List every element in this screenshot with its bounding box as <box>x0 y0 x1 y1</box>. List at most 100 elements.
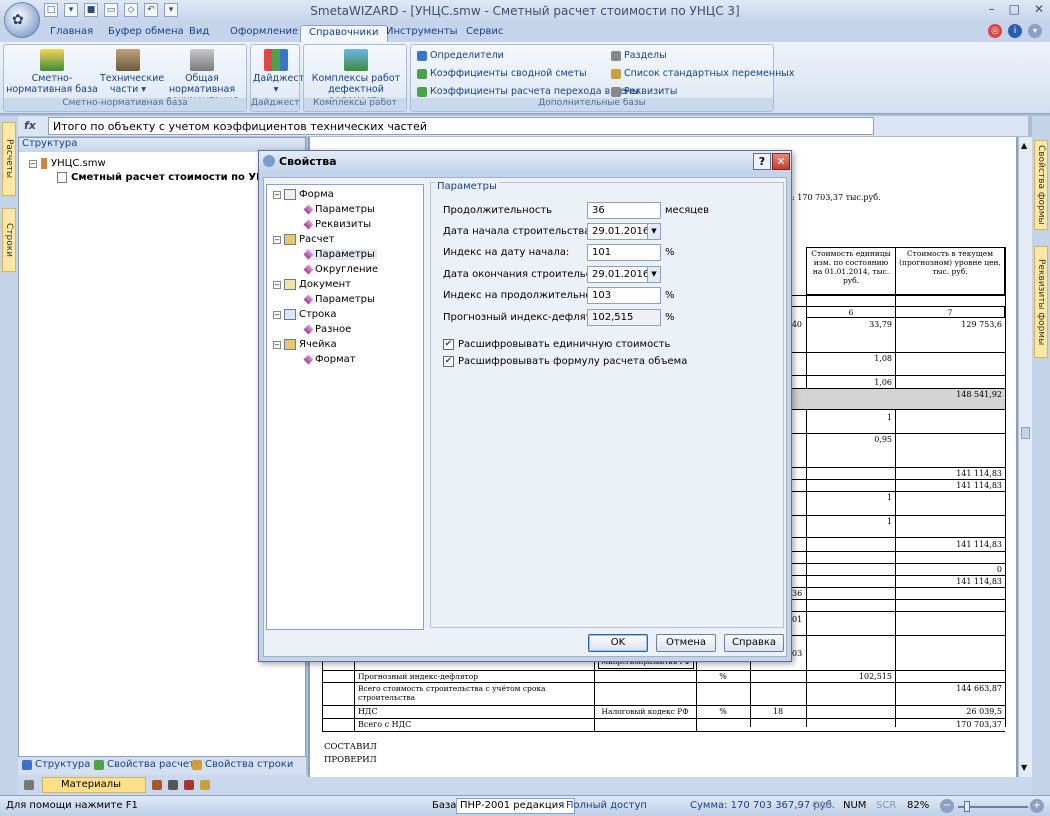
tree-node-form-requisites[interactable]: Реквизиты <box>303 219 371 230</box>
checkbox-checked-icon[interactable]: ✔ <box>443 356 454 367</box>
tab-home[interactable]: Главная <box>42 25 101 42</box>
zoom-out-icon[interactable]: − <box>940 799 954 813</box>
calc-icon <box>284 234 296 245</box>
checkbox-checked-icon[interactable]: ✔ <box>443 339 454 350</box>
collapse-icon[interactable]: − <box>273 340 281 349</box>
status-hint: Для помощи нажмите F1 <box>6 800 138 811</box>
tree-node-row-misc[interactable]: Разное <box>303 324 351 335</box>
start-index-label: Индекс на дату начала: <box>443 247 570 258</box>
collapse-icon[interactable]: − <box>273 310 281 319</box>
equipment-icon[interactable] <box>184 780 194 790</box>
cell-col7-row7: 141 114,83 <box>956 469 1002 478</box>
decode-volume-formula-checkbox[interactable]: ✔ Расшифровывать формулу расчета объема <box>443 356 687 367</box>
cancel-button[interactable]: Отмена <box>656 634 716 652</box>
side-tab-rows[interactable]: Строки <box>2 208 16 272</box>
tree-item-file[interactable]: − УНЦС.smw <box>29 158 106 169</box>
summary-coefficients-button[interactable]: Коэффициенты сводной сметы <box>417 68 587 79</box>
start-index-input[interactable]: 101 <box>587 244 661 261</box>
tree-node-form-params[interactable]: Параметры <box>303 204 375 215</box>
customize-qat-icon[interactable]: ▾ <box>164 3 178 17</box>
price-transition-coefficients-button[interactable]: Коэффициенты расчета перехода в цены <box>417 86 639 97</box>
open-folder-icon[interactable]: ▾ <box>64 3 78 17</box>
tab-formatting[interactable]: Оформление <box>222 25 306 42</box>
window-controls: – □ ✕ <box>989 2 1044 16</box>
app-logo-icon[interactable]: ✿ <box>4 2 40 38</box>
duration-index-input[interactable]: 103 <box>587 287 661 304</box>
maximize-icon[interactable]: □ <box>1009 2 1020 16</box>
help-button[interactable]: Справка <box>724 634 784 652</box>
ribbon-group-extra: Определители Коэффициенты сводной сметы … <box>410 44 794 112</box>
document-vertical-scrollbar[interactable]: ▲ ▼ <box>1018 137 1032 777</box>
tree-node-cell-format[interactable]: Формат <box>303 354 356 365</box>
tab-clipboard[interactable]: Буфер обмена <box>100 25 192 42</box>
tree-node-calc[interactable]: − Расчет <box>273 234 335 245</box>
side-tab-form-requisites[interactable]: Реквизиты формы <box>1034 246 1048 358</box>
bottom-tab-structure[interactable]: Структура <box>22 759 90 770</box>
machine-icon[interactable] <box>168 780 178 790</box>
bottom-tab-calc-props[interactable]: Свойства расчета <box>94 759 201 770</box>
preview-icon[interactable]: ◇ <box>124 3 138 17</box>
tab-references[interactable]: Справочники <box>300 25 388 42</box>
transport-icon[interactable] <box>200 780 210 790</box>
ribbon-options-icon[interactable]: ▾ <box>1028 24 1042 38</box>
tree-node-calc-params-selected[interactable]: Параметры <box>303 249 377 260</box>
dialog-title: Свойства <box>279 155 337 168</box>
tab-view[interactable]: Вид <box>181 25 217 42</box>
collapse-icon[interactable]: − <box>273 190 281 199</box>
base-selector[interactable]: ПНР-2001 редакция · <box>456 798 575 814</box>
trash-icon[interactable] <box>24 780 34 790</box>
tech-parts-button[interactable]: Технические части ▾ <box>100 49 164 95</box>
formula-input[interactable]: Итого по объекту с учетом коэффициентов … <box>48 117 874 135</box>
ok-button[interactable]: OK <box>588 634 648 652</box>
save-icon[interactable]: ■ <box>84 3 98 17</box>
tree-node-document-params[interactable]: Параметры <box>303 294 375 305</box>
right-side-strip: Свойства формы Реквизиты формы <box>1032 116 1050 796</box>
collapse-icon[interactable]: − <box>273 280 281 289</box>
tab-tools[interactable]: Инструменты <box>378 25 466 42</box>
info-icon[interactable]: i <box>1008 24 1022 38</box>
grand-total-value: 170 703,37 <box>956 720 1002 729</box>
scroll-thumb[interactable] <box>1021 427 1030 439</box>
collapse-icon[interactable]: − <box>29 159 37 168</box>
tree-node-calc-rounding[interactable]: Округление <box>303 264 378 275</box>
new-file-icon[interactable]: □ <box>44 3 58 17</box>
duration-input[interactable]: 36 <box>587 202 661 219</box>
table-vline <box>895 247 896 727</box>
standard-vars-button[interactable]: Список стандартных переменных <box>611 68 794 79</box>
close-icon[interactable]: ✕ <box>1034 2 1044 16</box>
determiners-button[interactable]: Определители <box>417 50 504 61</box>
tab-service[interactable]: Сервис <box>458 25 511 42</box>
materials-button[interactable]: Материалы <box>42 777 146 793</box>
start-date-dropdown-icon[interactable]: ▼ <box>647 224 660 239</box>
undo-icon[interactable]: ↶ <box>144 3 158 17</box>
dialog-close-icon[interactable]: ✕ <box>772 153 790 170</box>
lifebuoy-icon[interactable]: ◎ <box>988 24 1002 38</box>
bottom-tab-row-props[interactable]: Свойства строки <box>192 759 293 770</box>
cell-col7-row8: 141 114,83 <box>956 481 1002 490</box>
digest-button[interactable]: Дайджест ▾ <box>253 49 304 95</box>
side-tab-calculations[interactable]: Расчеты <box>2 122 16 196</box>
sections-button[interactable]: Разделы <box>611 50 667 61</box>
worker-icon[interactable] <box>152 780 162 790</box>
zoom-slider-thumb[interactable] <box>964 801 970 812</box>
properties-dialog: Свойства ? ✕ − Форма Параметры Реквизиты … <box>258 150 792 662</box>
tree-node-row[interactable]: − Строка <box>273 309 336 320</box>
tree-node-cell[interactable]: − Ячейка <box>273 339 337 350</box>
tree-item-estimate[interactable]: Сметный расчет стоимости по УНЦС 3 <box>57 172 292 183</box>
side-tab-form-properties[interactable]: Свойства формы <box>1034 140 1048 230</box>
decode-unit-cost-checkbox[interactable]: ✔ Расшифровывать единичную стоимость <box>443 339 670 350</box>
collapse-icon[interactable]: − <box>273 235 281 244</box>
scroll-down-icon[interactable]: ▼ <box>1021 763 1027 772</box>
dialog-body: − Форма Параметры Реквизиты − Расчет Парам… <box>263 177 787 657</box>
dialog-help-icon[interactable]: ? <box>753 153 771 170</box>
minimize-icon[interactable]: – <box>989 2 995 16</box>
tree-node-document[interactable]: − Документ <box>273 279 351 290</box>
end-date-dropdown-icon[interactable]: ▼ <box>647 267 660 282</box>
requisites-button[interactable]: Реквизиты <box>611 86 677 97</box>
tree-node-form[interactable]: − Форма <box>273 189 334 200</box>
dialog-title-bar[interactable]: Свойства ? ✕ <box>259 151 791 173</box>
scroll-up-icon[interactable]: ▲ <box>1021 141 1027 150</box>
norm-base-button[interactable]: Сметно-нормативная база <box>6 49 98 95</box>
zoom-in-icon[interactable]: + <box>1030 799 1044 813</box>
print-icon[interactable]: ▭ <box>104 3 118 17</box>
